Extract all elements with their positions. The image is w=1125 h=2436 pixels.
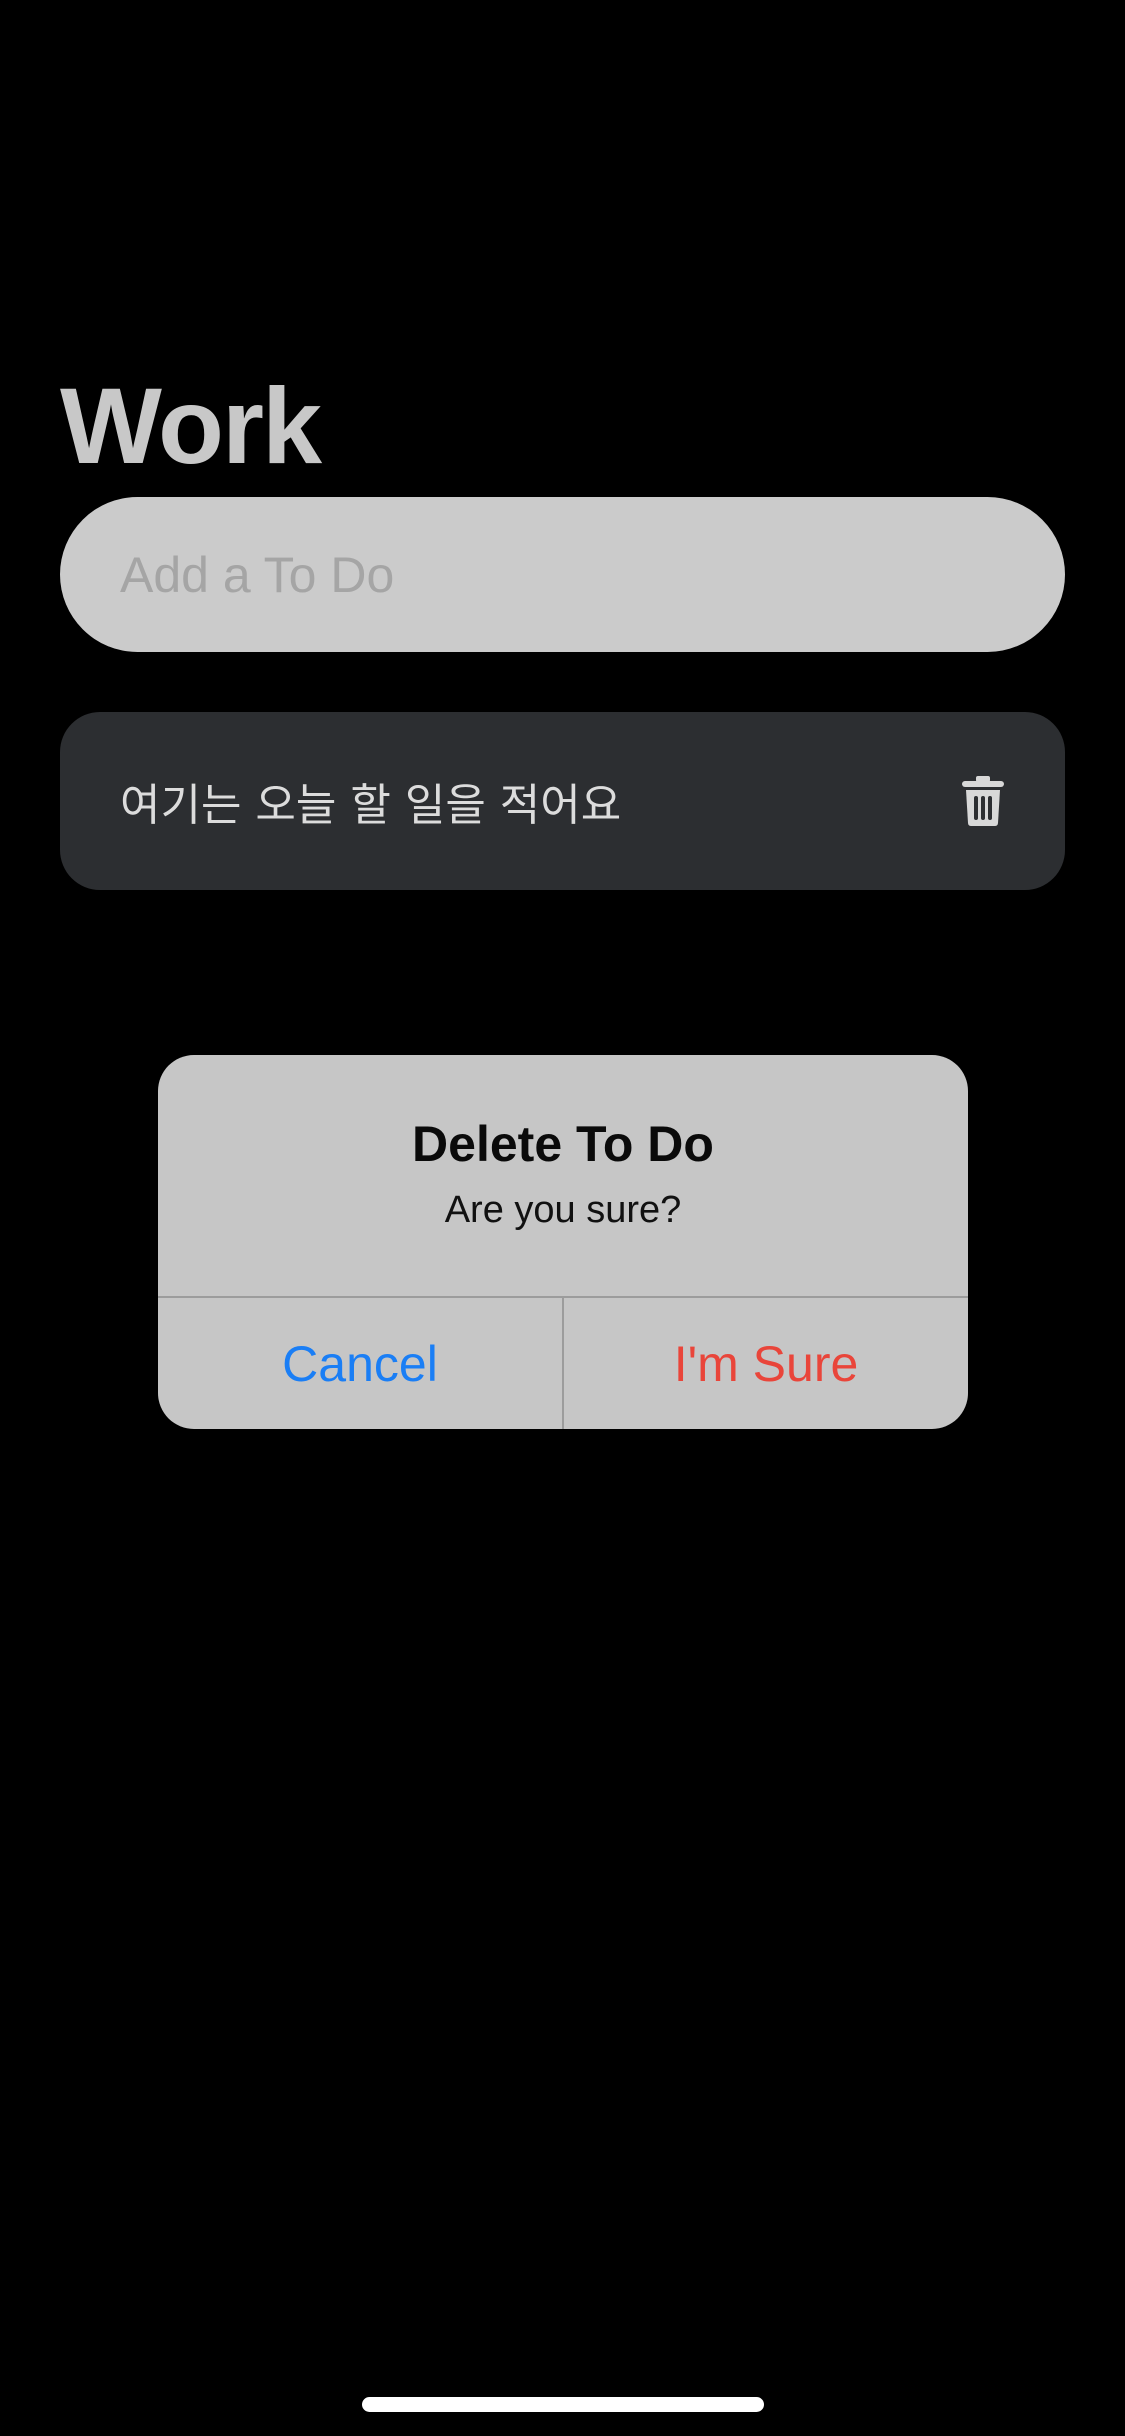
alert-message: Are you sure? <box>444 1189 682 1231</box>
page-title: Work <box>60 365 322 487</box>
trash-icon[interactable] <box>959 773 1007 829</box>
todo-item-text: 여기는 오늘 할 일을 적어요 <box>120 780 622 831</box>
delete-alert-dialog: Delete To Do Are you sure? Cancel I'm Su… <box>158 1055 968 1429</box>
confirm-delete-button[interactable]: I'm Sure <box>564 1298 968 1429</box>
home-indicator[interactable] <box>362 2397 764 2412</box>
add-todo-input[interactable] <box>60 497 1065 652</box>
todo-item: 여기는 오늘 할 일을 적어요 <box>60 712 1065 890</box>
trash-icon-glyph <box>962 776 1004 826</box>
cancel-button[interactable]: Cancel <box>158 1298 562 1429</box>
alert-title: Delete To Do <box>412 1116 714 1172</box>
app-screen: Work 여기는 오늘 할 일을 적어요 Delete To Do Are yo… <box>0 0 1125 2436</box>
